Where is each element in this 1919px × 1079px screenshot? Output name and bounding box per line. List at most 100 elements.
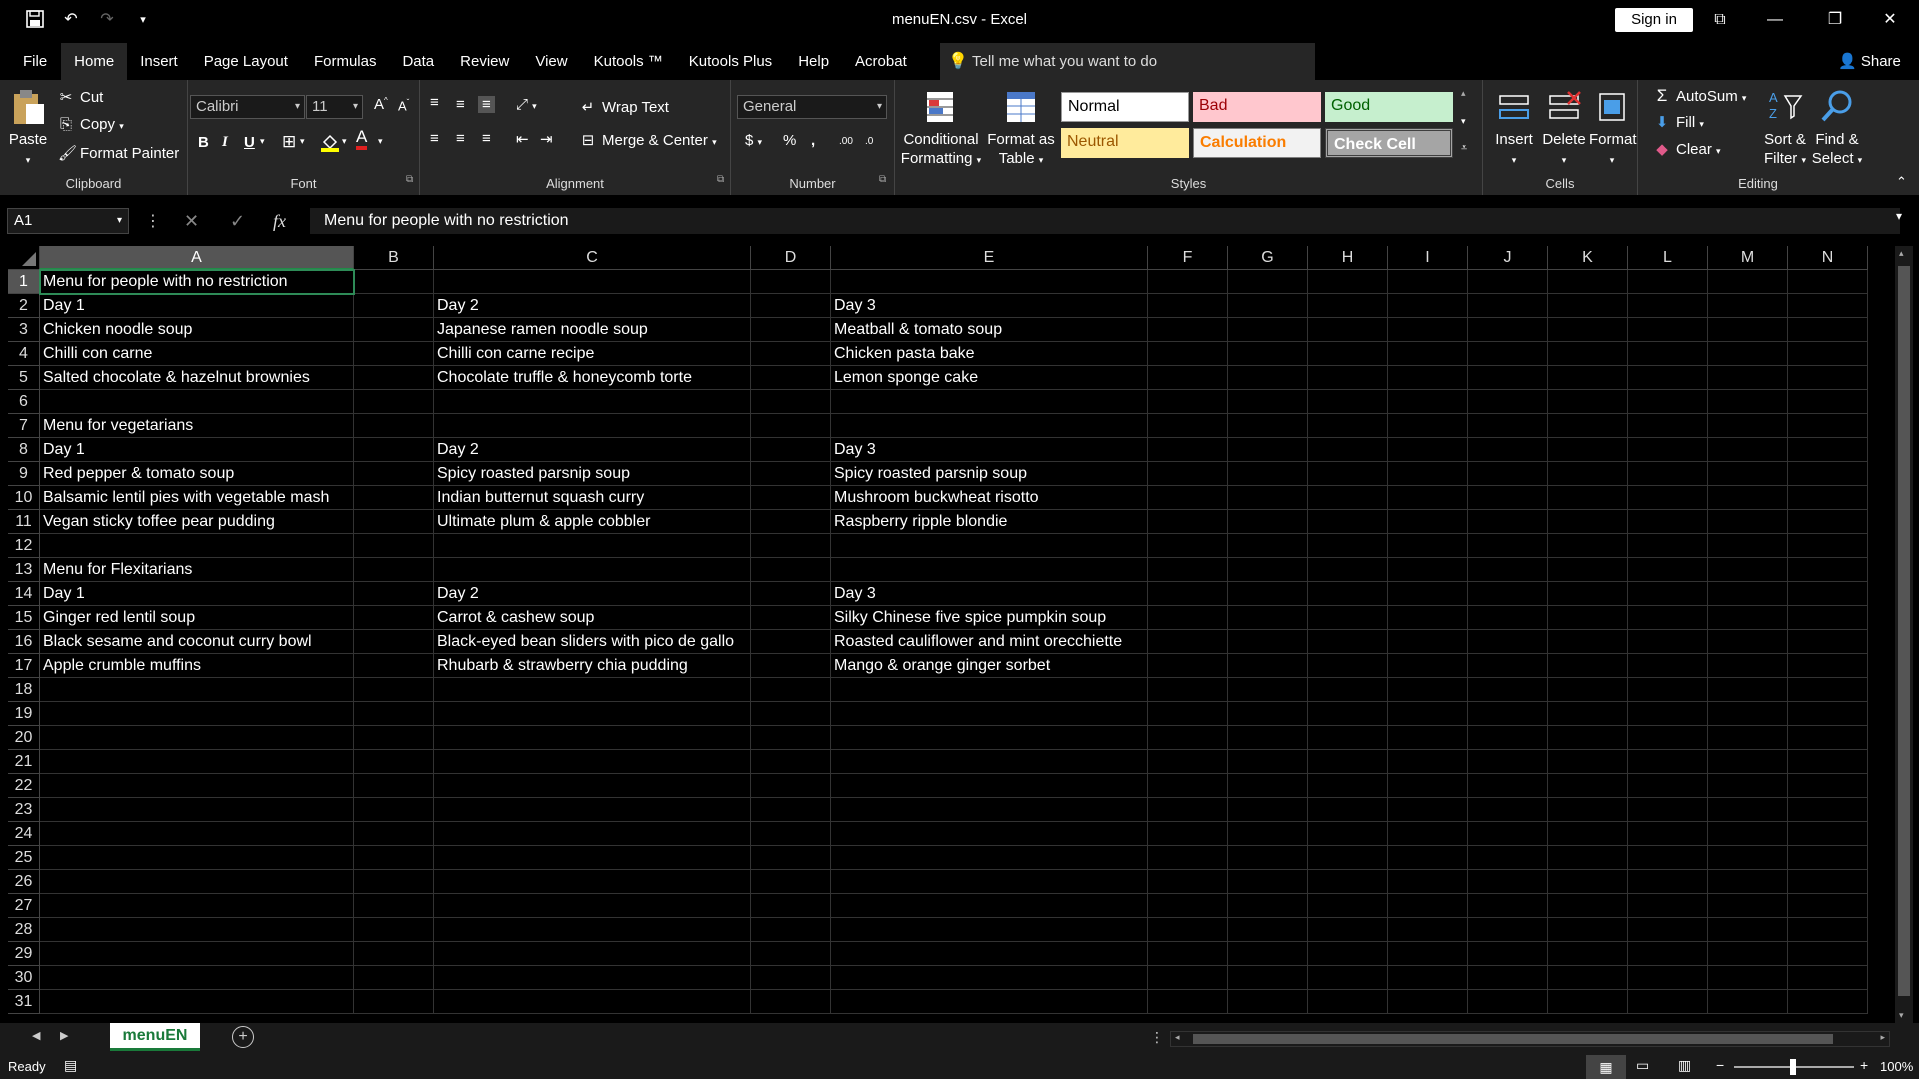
clear-button[interactable]: ◆ Clear ▾ [1654, 140, 1720, 158]
cell-n29[interactable] [1788, 942, 1868, 966]
cell-l2[interactable] [1628, 294, 1708, 318]
cell-l13[interactable] [1628, 558, 1708, 582]
cell-m5[interactable] [1708, 366, 1788, 390]
cell-j9[interactable] [1468, 462, 1548, 486]
tab-data[interactable]: Data [389, 43, 447, 80]
cell-n21[interactable] [1788, 750, 1868, 774]
cell-c7[interactable] [434, 414, 751, 438]
cell-g4[interactable] [1228, 342, 1308, 366]
cell-f15[interactable] [1148, 606, 1228, 630]
cell-g13[interactable] [1228, 558, 1308, 582]
row-header-5[interactable]: 5 [8, 366, 40, 390]
style-neutral[interactable]: Neutral [1061, 128, 1189, 158]
cell-c12[interactable] [434, 534, 751, 558]
horizontal-scroll-thumb[interactable] [1193, 1034, 1833, 1044]
cell-e12[interactable] [831, 534, 1148, 558]
cell-a8[interactable]: Day 1 [40, 438, 354, 462]
cell-n10[interactable] [1788, 486, 1868, 510]
delete-cells-button[interactable]: Delete ▾ [1541, 88, 1587, 170]
column-header-d[interactable]: D [751, 246, 831, 270]
cell-b23[interactable] [354, 798, 434, 822]
cell-h11[interactable] [1308, 510, 1388, 534]
column-header-n[interactable]: N [1788, 246, 1868, 270]
column-header-c[interactable]: C [434, 246, 751, 270]
cell-l17[interactable] [1628, 654, 1708, 678]
cell-f17[interactable] [1148, 654, 1228, 678]
column-header-k[interactable]: K [1548, 246, 1628, 270]
cell-k16[interactable] [1548, 630, 1628, 654]
decrease-font-icon[interactable]: Aˇ [398, 98, 409, 113]
row-header-6[interactable]: 6 [8, 390, 40, 414]
cell-n1[interactable] [1788, 270, 1868, 294]
find-select-button[interactable]: Find & Select ▾ [1810, 88, 1864, 170]
cell-g29[interactable] [1228, 942, 1308, 966]
cell-j19[interactable] [1468, 702, 1548, 726]
cell-h8[interactable] [1308, 438, 1388, 462]
cell-m14[interactable] [1708, 582, 1788, 606]
cell-j26[interactable] [1468, 870, 1548, 894]
cell-j21[interactable] [1468, 750, 1548, 774]
cell-f3[interactable] [1148, 318, 1228, 342]
cell-k3[interactable] [1548, 318, 1628, 342]
cell-h29[interactable] [1308, 942, 1388, 966]
cell-h12[interactable] [1308, 534, 1388, 558]
cell-i17[interactable] [1388, 654, 1468, 678]
cell-l28[interactable] [1628, 918, 1708, 942]
cell-k9[interactable] [1548, 462, 1628, 486]
cell-j24[interactable] [1468, 822, 1548, 846]
cell-e11[interactable]: Raspberry ripple blondie [831, 510, 1148, 534]
insert-function-icon[interactable]: fx [273, 211, 286, 232]
cell-k2[interactable] [1548, 294, 1628, 318]
cell-b16[interactable] [354, 630, 434, 654]
cell-k1[interactable] [1548, 270, 1628, 294]
cell-m6[interactable] [1708, 390, 1788, 414]
tell-me-search[interactable]: 💡 Tell me what you want to do [940, 43, 1315, 80]
currency-icon[interactable]: $ ▾ [745, 132, 762, 149]
align-top-icon[interactable]: ≡ [430, 94, 439, 111]
cell-m24[interactable] [1708, 822, 1788, 846]
style-bad[interactable]: Bad [1193, 92, 1321, 122]
cell-j23[interactable] [1468, 798, 1548, 822]
cell-n15[interactable] [1788, 606, 1868, 630]
cell-a25[interactable] [40, 846, 354, 870]
cell-m2[interactable] [1708, 294, 1788, 318]
cell-k10[interactable] [1548, 486, 1628, 510]
cell-c20[interactable] [434, 726, 751, 750]
row-header-28[interactable]: 28 [8, 918, 40, 942]
cell-k18[interactable] [1548, 678, 1628, 702]
cell-n7[interactable] [1788, 414, 1868, 438]
scroll-down-icon[interactable]: ▾ [1899, 1010, 1904, 1021]
cell-k24[interactable] [1548, 822, 1628, 846]
cell-k29[interactable] [1548, 942, 1628, 966]
cell-l24[interactable] [1628, 822, 1708, 846]
cell-j27[interactable] [1468, 894, 1548, 918]
cell-b18[interactable] [354, 678, 434, 702]
cell-i1[interactable] [1388, 270, 1468, 294]
cell-l23[interactable] [1628, 798, 1708, 822]
cell-k17[interactable] [1548, 654, 1628, 678]
font-color-dropdown-icon[interactable]: ▾ [378, 136, 383, 147]
cell-m4[interactable] [1708, 342, 1788, 366]
cell-e19[interactable] [831, 702, 1148, 726]
cell-g24[interactable] [1228, 822, 1308, 846]
cell-l11[interactable] [1628, 510, 1708, 534]
expand-formula-bar-icon[interactable]: ▾ [1896, 209, 1902, 223]
cell-j3[interactable] [1468, 318, 1548, 342]
cell-f9[interactable] [1148, 462, 1228, 486]
row-header-13[interactable]: 13 [8, 558, 40, 582]
row-header-4[interactable]: 4 [8, 342, 40, 366]
cell-n17[interactable] [1788, 654, 1868, 678]
cell-c18[interactable] [434, 678, 751, 702]
cell-d2[interactable] [751, 294, 831, 318]
cell-d6[interactable] [751, 390, 831, 414]
cell-a16[interactable]: Black sesame and coconut curry bowl [40, 630, 354, 654]
cell-b17[interactable] [354, 654, 434, 678]
cell-d8[interactable] [751, 438, 831, 462]
row-header-24[interactable]: 24 [8, 822, 40, 846]
cell-m3[interactable] [1708, 318, 1788, 342]
cell-f23[interactable] [1148, 798, 1228, 822]
cell-b15[interactable] [354, 606, 434, 630]
cell-e29[interactable] [831, 942, 1148, 966]
cell-e13[interactable] [831, 558, 1148, 582]
cell-b26[interactable] [354, 870, 434, 894]
